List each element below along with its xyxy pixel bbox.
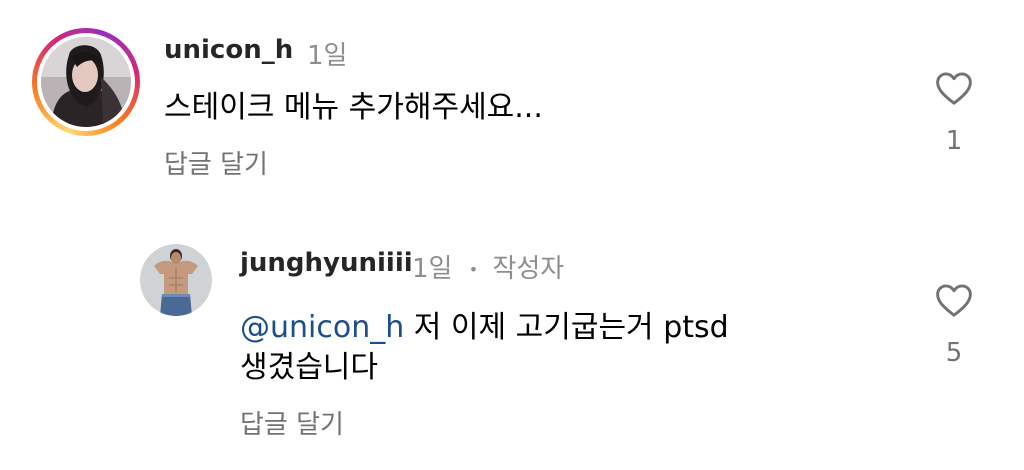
comment-text-line-1: @unicon_h 저 이제 고기굽는거 ptsd <box>240 308 880 348</box>
author-badge: 작성자 <box>492 254 565 284</box>
comment-timestamp: 1일 <box>307 41 348 71</box>
reply-comment-item: junghyuniiii 1일 • 작성자 @unicon_h 저 이제 고기굽… <box>0 200 1024 470</box>
comment-text: 스테이크 메뉴 추가해주세요... <box>164 90 543 125</box>
heart-outline-icon <box>936 284 972 317</box>
reply-button[interactable]: 답글 달기 <box>240 404 344 441</box>
like-count: 5 <box>945 338 963 368</box>
story-ring[interactable] <box>32 28 140 136</box>
comment-item: unicon_h 1일 스테이크 메뉴 추가해주세요... 답글 달기 1 <box>0 0 1024 200</box>
avatar-photo <box>41 37 131 127</box>
comment-username[interactable]: junghyuniiii <box>240 248 413 278</box>
comment-text: @unicon_h 저 이제 고기굽는거 ptsd 생겼습니다 <box>240 308 880 388</box>
comment-username[interactable]: unicon_h <box>164 35 293 65</box>
reply-button[interactable]: 답글 달기 <box>164 144 268 181</box>
like-button[interactable] <box>932 66 976 110</box>
comment-text-segment: 저 이제 고기굽는거 ptsd <box>404 310 729 345</box>
like-count: 1 <box>945 126 963 156</box>
mention-link[interactable]: @unicon_h <box>240 310 404 345</box>
comment-timestamp: 1일 • 작성자 <box>412 248 564 285</box>
timestamp-text: 1일 <box>412 254 453 284</box>
heart-outline-icon <box>936 72 972 105</box>
avatar[interactable] <box>41 37 131 127</box>
separator-dot: • <box>468 260 479 279</box>
avatar[interactable] <box>140 244 212 316</box>
avatar-photo <box>140 244 212 316</box>
like-button[interactable] <box>932 278 976 322</box>
comment-text-line-2: 생겼습니다 <box>240 350 378 385</box>
